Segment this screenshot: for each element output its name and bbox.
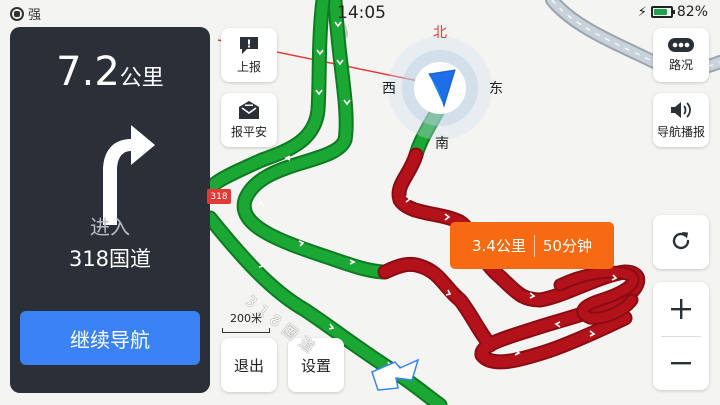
status-bar: 强 14:05 ⚡ 82%	[0, 0, 720, 26]
battery-fill	[653, 9, 667, 15]
scale-bar	[222, 328, 270, 333]
charging-icon: ⚡	[637, 4, 647, 20]
compass-east: 东	[489, 81, 503, 97]
guidance-panel: 7.2公里 进入 318国道 继续导航	[10, 27, 210, 393]
traffic-icon	[668, 38, 694, 52]
report-icon	[240, 37, 258, 54]
battery-percent: 82%	[676, 4, 708, 20]
signal-text: 强	[28, 8, 42, 23]
voice-broadcast-button[interactable]: 导航播报	[653, 93, 709, 147]
compass-north: 北	[433, 25, 447, 41]
voice-broadcast-label: 导航播报	[656, 125, 705, 139]
map-scale: 200米	[222, 310, 270, 333]
continue-navigation-button[interactable]: 继续导航	[20, 311, 200, 365]
zoom-controls	[653, 282, 709, 390]
next-road-name: 318国道	[68, 247, 152, 271]
refresh-icon	[672, 231, 690, 249]
road-number-badge: 318	[207, 189, 231, 204]
compass-south: 南	[435, 136, 449, 152]
signal-indicator: 强	[10, 4, 41, 23]
battery-icon	[650, 6, 675, 18]
envelope-icon	[239, 101, 259, 119]
maneuver-text: 进入	[90, 215, 130, 239]
speaker-icon	[671, 102, 691, 118]
battery-indicator: ⚡ 82%	[638, 4, 708, 20]
compass[interactable]	[388, 36, 492, 140]
report-safe-button[interactable]: 报平安	[221, 93, 277, 147]
scale-text: 200米	[230, 312, 262, 325]
remaining-time: 50分钟	[542, 237, 592, 255]
route-tip-divider	[533, 234, 535, 257]
traffic-label: 路况	[668, 58, 693, 72]
report-label: 上报	[236, 60, 261, 74]
turn-right-arrow-icon	[103, 125, 155, 225]
exit-label: 退出	[233, 356, 264, 375]
report-button[interactable]: 上报	[221, 28, 277, 82]
phone-signal-icon	[10, 6, 24, 21]
traffic-button[interactable]: 路况	[653, 28, 709, 82]
distance-value: 7.2	[56, 49, 120, 95]
zoom-in-button[interactable]	[653, 282, 709, 336]
refresh-route-button[interactable]	[653, 215, 709, 269]
compass-west: 西	[382, 81, 396, 97]
plus-icon	[671, 299, 691, 319]
exit-button[interactable]: 退出	[221, 338, 277, 392]
next-turn-distance: 7.2公里	[10, 49, 210, 95]
remaining-distance: 3.4公里	[472, 237, 526, 255]
minus-icon	[671, 362, 691, 365]
route-info-tip[interactable]: 3.4公里 50分钟	[450, 222, 614, 269]
report-safe-label: 报平安	[230, 125, 267, 139]
clock: 14:05	[337, 3, 386, 23]
distance-unit: 公里	[119, 66, 164, 91]
zoom-out-button[interactable]	[653, 336, 709, 390]
